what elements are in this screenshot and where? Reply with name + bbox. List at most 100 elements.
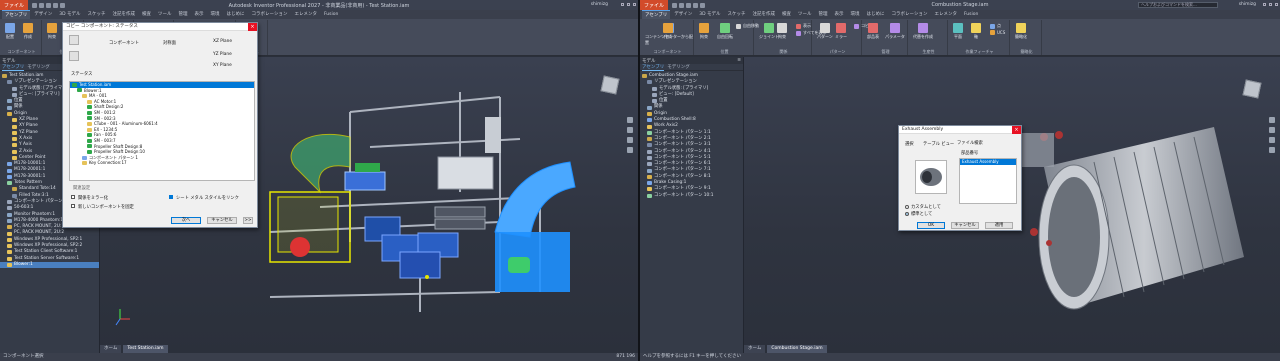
file-menu-button[interactable]: ファイル xyxy=(0,0,29,10)
ribbon-button[interactable]: 拘束 xyxy=(777,23,787,40)
ribbon-tab[interactable]: 表示 xyxy=(192,10,207,19)
orbit-icon[interactable] xyxy=(1269,137,1275,143)
save-icon[interactable] xyxy=(686,2,692,8)
zoom-icon[interactable] xyxy=(1269,127,1275,133)
apply-button[interactable]: 適用 xyxy=(985,222,1013,229)
maximize-icon[interactable] xyxy=(627,3,630,6)
ribbon-tab[interactable]: コラボレーション xyxy=(249,10,291,19)
ribbon-button[interactable]: 点 xyxy=(990,23,1001,29)
ribbon-tab[interactable]: 検査 xyxy=(779,10,794,19)
mirror-plane-option[interactable]: 対称面 xyxy=(163,40,176,46)
ribbon-button[interactable]: パターン xyxy=(817,23,833,40)
cancel-button[interactable]: キャンセル xyxy=(951,222,979,229)
ribbon-tab[interactable]: はじめに xyxy=(864,10,888,19)
zoom-icon[interactable] xyxy=(627,127,633,133)
ribbon-button[interactable]: 拘束 xyxy=(47,23,57,40)
ribbon-button[interactable]: 拘束 xyxy=(699,23,709,40)
undo-icon[interactable] xyxy=(53,2,59,8)
mirror-relationships-checkbox[interactable] xyxy=(71,195,75,199)
close-icon[interactable] xyxy=(633,3,636,6)
link-sheetmetal-checkbox[interactable] xyxy=(169,195,173,199)
plane-yz[interactable]: YZ Plane xyxy=(213,52,232,57)
ribbon-tab[interactable]: 管理 xyxy=(176,10,191,19)
tab-select[interactable]: 選択 xyxy=(905,141,914,147)
doc-tab-home[interactable]: ホーム xyxy=(744,345,766,353)
viewcube[interactable] xyxy=(1242,79,1262,99)
user-name[interactable]: shimizg xyxy=(1239,2,1256,7)
tree-node[interactable]: コンポーネント パターン 10:1 xyxy=(640,193,743,199)
viewcube[interactable] xyxy=(600,75,620,95)
ribbon-tab[interactable]: Fusion xyxy=(321,10,341,19)
ribbon-button[interactable]: 作成 xyxy=(663,23,673,40)
close-icon[interactable]: × xyxy=(1012,126,1021,134)
ribbon-button[interactable]: 簡略化 xyxy=(1015,23,1027,40)
pick-icon[interactable] xyxy=(69,51,79,61)
orbit-icon[interactable] xyxy=(627,137,633,143)
standard-radio[interactable] xyxy=(905,212,909,216)
doc-tab-combustion-stage[interactable]: Combustion Stage.iam xyxy=(767,345,827,353)
close-icon[interactable]: × xyxy=(248,23,257,31)
ribbon-tab[interactable]: 環境 xyxy=(848,10,863,19)
ribbon-tab[interactable]: スケッチ xyxy=(725,10,749,19)
list-item-selected[interactable]: Exhaust Assembly xyxy=(960,159,1016,165)
redo-icon[interactable] xyxy=(700,2,706,8)
ribbon-tab[interactable]: はじめに xyxy=(224,10,248,19)
ok-button[interactable]: OK xyxy=(917,222,945,229)
ribbon-tab[interactable]: 注記を作成 xyxy=(110,10,139,19)
ribbon-tab[interactable]: エレメンタ xyxy=(291,10,320,19)
ribbon-button[interactable]: 配置 xyxy=(5,23,15,40)
look-at-icon[interactable] xyxy=(1269,147,1275,153)
ribbon-tab[interactable]: アセンブリ xyxy=(642,10,671,19)
select-icon[interactable] xyxy=(69,35,79,45)
ribbon-tab[interactable]: エレメンタ xyxy=(931,10,960,19)
user-name[interactable]: shimizg xyxy=(591,2,608,7)
pan-icon[interactable] xyxy=(1269,117,1275,123)
maximize-icon[interactable] xyxy=(1269,3,1272,6)
ground-new-checkbox[interactable] xyxy=(71,204,75,208)
ribbon-tab[interactable]: 注記を作成 xyxy=(750,10,779,19)
new-icon[interactable] xyxy=(672,2,678,8)
pan-icon[interactable] xyxy=(627,117,633,123)
ribbon-button[interactable]: 作成 xyxy=(23,23,33,40)
minimize-icon[interactable] xyxy=(621,3,624,6)
undo-icon[interactable] xyxy=(693,2,699,8)
cancel-button[interactable]: キャンセル xyxy=(207,217,237,224)
ribbon-tab[interactable]: 検査 xyxy=(139,10,154,19)
ribbon-tab[interactable]: デザイン xyxy=(671,10,695,19)
ribbon-button[interactable]: ミラー xyxy=(835,23,847,40)
open-icon[interactable] xyxy=(39,2,45,8)
minimize-icon[interactable] xyxy=(1263,3,1266,6)
browser-menu-icon[interactable]: ≡ xyxy=(737,58,741,63)
ribbon-tab[interactable]: Fusion xyxy=(961,10,981,19)
ribbon-tab[interactable]: ツール xyxy=(155,10,175,19)
new-icon[interactable] xyxy=(32,2,38,8)
expand-button[interactable]: >> xyxy=(243,217,253,224)
doc-tab-test-station[interactable]: Test Station.iam xyxy=(123,345,168,353)
tree-node[interactable]: Key Connection:17 xyxy=(70,160,254,166)
tab-file-search[interactable]: ファイル検索 xyxy=(957,140,983,146)
tab-table-view[interactable]: テーブル ビュー xyxy=(923,141,954,147)
browser-tab-assembly[interactable]: アセンブリ xyxy=(642,64,665,71)
browser-tab-modeling[interactable]: モデリング xyxy=(27,64,50,70)
look-at-icon[interactable] xyxy=(627,147,633,153)
next-button[interactable]: 次へ xyxy=(171,217,201,224)
custom-radio[interactable] xyxy=(905,205,909,209)
save-icon[interactable] xyxy=(46,2,52,8)
help-search-input[interactable]: ヘルプおよびコマンドを検索... xyxy=(1138,2,1218,8)
ribbon-tab[interactable]: ツール xyxy=(795,10,815,19)
ribbon-tab[interactable]: アセンブリ xyxy=(2,10,31,19)
ribbon-tab[interactable]: 表示 xyxy=(832,10,847,19)
browser-tab-modeling[interactable]: モデリング xyxy=(667,64,690,70)
ribbon-tab[interactable]: 管理 xyxy=(816,10,831,19)
close-icon[interactable] xyxy=(1275,3,1278,6)
tree-node[interactable]: Blower:1 xyxy=(0,261,99,269)
part-number-list[interactable]: Exhaust Assembly xyxy=(959,158,1017,204)
ribbon-button[interactable]: 表示 xyxy=(796,23,811,29)
plane-xz[interactable]: XZ Plane xyxy=(213,39,232,44)
ribbon-tab[interactable]: 3D モデル xyxy=(56,10,83,19)
ribbon-button[interactable]: 自由回転 xyxy=(717,23,733,40)
ribbon-tab[interactable]: 3D モデル xyxy=(696,10,723,19)
ribbon-tab[interactable]: デザイン xyxy=(31,10,55,19)
status-tree[interactable]: Test Station.iam Blower:1 MA - 001 AC Motor… xyxy=(69,81,255,181)
ribbon-button[interactable]: 平面 xyxy=(953,23,963,40)
